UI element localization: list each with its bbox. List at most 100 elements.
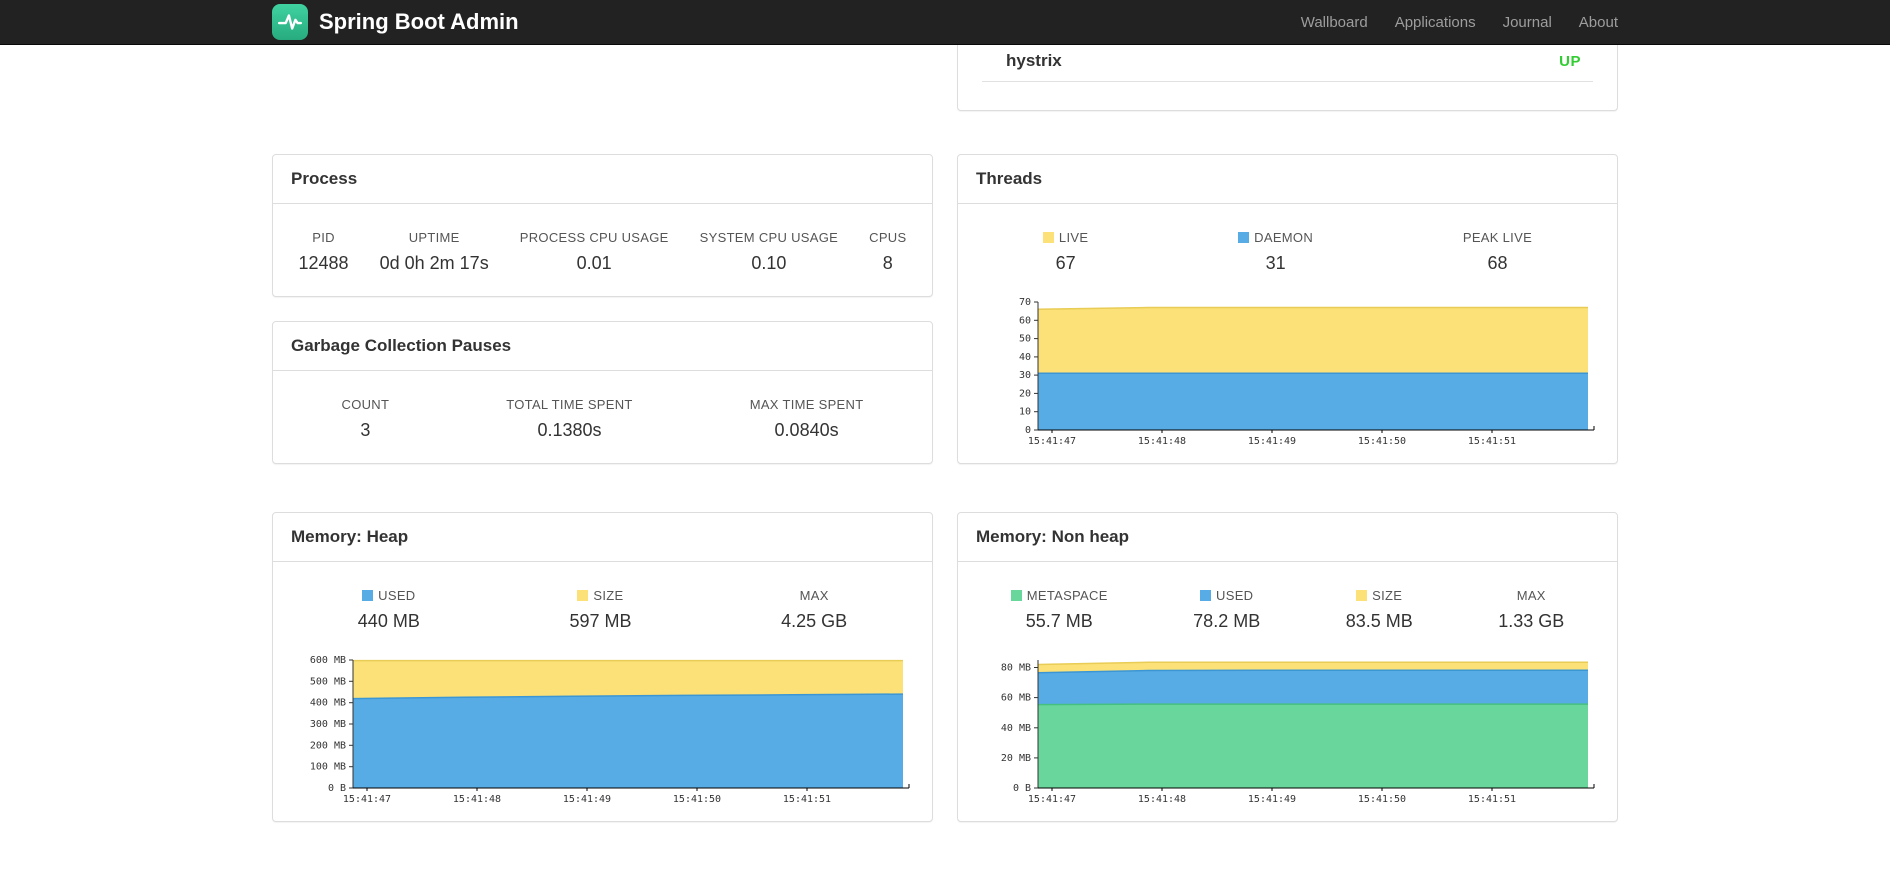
stat-gc-max: MAX TIME SPENT 0.0840s bbox=[750, 397, 864, 441]
legend-heap-used-value: 440 MB bbox=[357, 611, 420, 631]
stat-process-cpu: PROCESS CPU USAGE 0.01 bbox=[520, 230, 669, 274]
legend-heap-size-value: 597 MB bbox=[569, 611, 632, 631]
stat-gc-total-value: 0.1380s bbox=[537, 420, 602, 440]
svg-text:40: 40 bbox=[1019, 352, 1031, 363]
svg-text:0 B: 0 B bbox=[1013, 783, 1031, 794]
svg-text:15:41:51: 15:41:51 bbox=[783, 794, 831, 805]
metaspace-swatch-icon bbox=[1010, 590, 1022, 601]
legend-heap-max-label: MAX bbox=[799, 588, 829, 603]
process-stats: PID 12488 UPTIME 0d 0h 2m 17s PROCESS CP… bbox=[273, 204, 932, 296]
stat-pid: PID 12488 bbox=[299, 230, 349, 274]
svg-text:40 MB: 40 MB bbox=[1001, 723, 1031, 734]
stat-cpus: CPUS 8 bbox=[869, 230, 906, 274]
svg-text:60 MB: 60 MB bbox=[1001, 693, 1031, 704]
process-panel: Process PID 12488 UPTIME 0d 0h 2m 17s PR… bbox=[272, 154, 933, 297]
legend-nonheap-max-value: 1.33 GB bbox=[1498, 611, 1565, 631]
svg-text:600 MB: 600 MB bbox=[310, 655, 346, 666]
memory-heap-panel-title: Memory: Heap bbox=[273, 513, 932, 562]
svg-text:500 MB: 500 MB bbox=[310, 676, 346, 687]
memory-nonheap-panel-title: Memory: Non heap bbox=[958, 513, 1617, 562]
legend-nonheap-max-label: MAX bbox=[1516, 588, 1546, 603]
legend-nonheap-size-value: 83.5 MB bbox=[1345, 611, 1413, 631]
legend-nonheap-size: SIZE 83.5 MB bbox=[1346, 588, 1413, 632]
legend-heap-max: MAX 4.25 GB bbox=[781, 588, 847, 632]
stat-gc-count: COUNT 3 bbox=[342, 397, 390, 441]
daemon-swatch-icon bbox=[1238, 232, 1250, 243]
stat-process-cpu-value: 0.01 bbox=[576, 253, 612, 273]
legend-daemon-value: 31 bbox=[1265, 253, 1286, 273]
stat-gc-total: TOTAL TIME SPENT 0.1380s bbox=[506, 397, 632, 441]
stat-gc-count-label: COUNT bbox=[341, 397, 390, 412]
svg-text:50: 50 bbox=[1019, 334, 1031, 345]
legend-peak-live: PEAK LIVE 68 bbox=[1463, 230, 1532, 274]
stat-uptime-label: UPTIME bbox=[408, 230, 460, 245]
svg-text:70: 70 bbox=[1019, 297, 1031, 308]
memory-nonheap-chart: 0 B 20 MB 40 MB 60 MB 80 MB 15:41:47 15:41:48 1… bbox=[958, 654, 1617, 806]
legend-nonheap-used: USED 78.2 MB bbox=[1193, 588, 1260, 632]
nav-item-journal[interactable]: Journal bbox=[1503, 14, 1552, 31]
heap-legend: USED 440 MB SIZE 597 MB MAX 4.25 GB bbox=[273, 562, 932, 654]
svg-text:20 MB: 20 MB bbox=[1001, 753, 1031, 764]
application-row-hystrix[interactable]: hystrix UP bbox=[982, 45, 1593, 82]
navbar: Spring Boot Admin Wallboard Applications… bbox=[0, 0, 1890, 45]
svg-text:15:41:50: 15:41:50 bbox=[1358, 436, 1406, 447]
legend-heap-used-label: USED bbox=[378, 588, 416, 603]
stat-gc-max-label: MAX TIME SPENT bbox=[749, 397, 864, 412]
legend-peak-live-value: 68 bbox=[1487, 253, 1508, 273]
nav-item-about[interactable]: About bbox=[1579, 14, 1618, 31]
svg-text:100 MB: 100 MB bbox=[310, 762, 346, 773]
nonheap-size-swatch-icon bbox=[1356, 590, 1368, 601]
svg-text:15:41:47: 15:41:47 bbox=[1028, 436, 1076, 447]
pulse-logo-icon bbox=[272, 4, 308, 40]
heap-size-swatch-icon bbox=[577, 590, 589, 601]
legend-heap-size-label: SIZE bbox=[593, 588, 624, 603]
application-name[interactable]: hystrix bbox=[1006, 51, 1062, 71]
stat-pid-label: PID bbox=[312, 230, 335, 245]
stat-system-cpu-value: 0.10 bbox=[751, 253, 787, 273]
threads-chart: 0 10 20 30 40 50 60 70 15:41:47 15:41:48 15:41:49 1… bbox=[958, 296, 1617, 448]
legend-nonheap-used-value: 78.2 MB bbox=[1193, 611, 1261, 631]
nonheap-used-swatch-icon bbox=[1200, 590, 1212, 601]
application-list-panel: hystrix UP bbox=[957, 45, 1618, 111]
legend-metaspace: METASPACE 55.7 MB bbox=[1010, 588, 1108, 632]
legend-heap-max-value: 4.25 GB bbox=[781, 611, 848, 631]
svg-text:80 MB: 80 MB bbox=[1001, 663, 1031, 674]
legend-metaspace-value: 55.7 MB bbox=[1025, 611, 1093, 631]
legend-live: LIVE 67 bbox=[1042, 230, 1089, 274]
stat-cpus-label: CPUS bbox=[869, 230, 907, 245]
threads-panel: Threads LIVE 67 DAEMON 31 PEAK LIVE 68 0… bbox=[957, 154, 1618, 464]
svg-text:30: 30 bbox=[1019, 370, 1031, 381]
legend-metaspace-label: METASPACE bbox=[1026, 588, 1108, 603]
stat-uptime-value: 0d 0h 2m 17s bbox=[379, 253, 489, 273]
threads-legend: LIVE 67 DAEMON 31 PEAK LIVE 68 bbox=[958, 204, 1617, 296]
svg-text:15:41:48: 15:41:48 bbox=[453, 794, 501, 805]
svg-text:0 B: 0 B bbox=[328, 783, 346, 794]
svg-text:15:41:49: 15:41:49 bbox=[563, 794, 611, 805]
stat-system-cpu: SYSTEM CPU USAGE 0.10 bbox=[700, 230, 838, 274]
svg-text:15:41:50: 15:41:50 bbox=[1358, 794, 1406, 805]
svg-text:300 MB: 300 MB bbox=[310, 719, 346, 730]
svg-text:15:41:50: 15:41:50 bbox=[673, 794, 721, 805]
svg-text:15:41:49: 15:41:49 bbox=[1248, 436, 1296, 447]
live-swatch-icon bbox=[1042, 232, 1054, 243]
memory-heap-chart: 0 B 100 MB 200 MB 300 MB 400 MB 500 MB 600 MB 1… bbox=[273, 654, 932, 806]
stat-system-cpu-label: SYSTEM CPU USAGE bbox=[699, 230, 839, 245]
stat-gc-max-value: 0.0840s bbox=[774, 420, 839, 440]
svg-text:20: 20 bbox=[1019, 388, 1031, 399]
legend-daemon-label: DAEMON bbox=[1254, 230, 1314, 245]
legend-nonheap-size-label: SIZE bbox=[1372, 588, 1403, 603]
svg-text:400 MB: 400 MB bbox=[310, 698, 346, 709]
svg-text:15:41:51: 15:41:51 bbox=[1468, 794, 1516, 805]
legend-heap-size: SIZE 597 MB bbox=[569, 588, 631, 632]
legend-live-label: LIVE bbox=[1058, 230, 1089, 245]
nav-item-wallboard[interactable]: Wallboard bbox=[1301, 14, 1368, 31]
svg-text:15:41:47: 15:41:47 bbox=[1028, 794, 1076, 805]
gc-panel-title: Garbage Collection Pauses bbox=[273, 322, 932, 371]
legend-live-value: 67 bbox=[1055, 253, 1076, 273]
nav-item-applications[interactable]: Applications bbox=[1395, 14, 1476, 31]
legend-heap-used: USED 440 MB bbox=[358, 588, 420, 632]
memory-heap-panel: Memory: Heap USED 440 MB SIZE 597 MB MAX… bbox=[272, 512, 933, 822]
brand-link[interactable]: Spring Boot Admin bbox=[272, 4, 519, 40]
heap-used-swatch-icon bbox=[362, 590, 374, 601]
svg-text:10: 10 bbox=[1019, 407, 1031, 418]
